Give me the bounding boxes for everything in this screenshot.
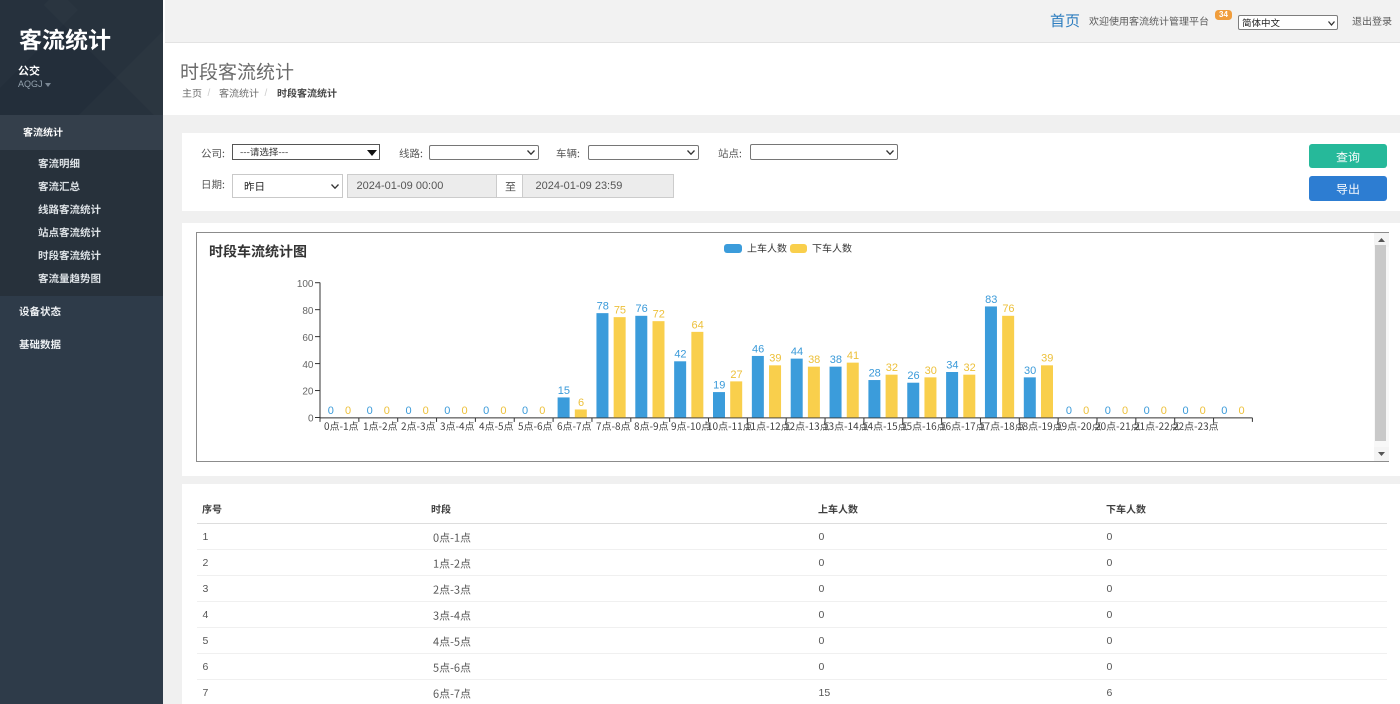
svg-text:30: 30 <box>925 365 937 377</box>
svg-text:30: 30 <box>1024 365 1036 377</box>
svg-text:26: 26 <box>907 370 919 382</box>
svg-text:100: 100 <box>297 279 314 290</box>
svg-text:0: 0 <box>1144 405 1150 417</box>
svg-text:32: 32 <box>963 362 975 374</box>
svg-text:78: 78 <box>597 301 609 313</box>
svg-text:32: 32 <box>886 362 898 374</box>
svg-text:0: 0 <box>500 405 506 417</box>
svg-text:0: 0 <box>1083 405 1089 417</box>
svg-text:15: 15 <box>558 385 570 397</box>
svg-text:75: 75 <box>614 305 626 317</box>
svg-text:0: 0 <box>461 405 467 417</box>
svg-text:38: 38 <box>808 354 820 366</box>
svg-text:0: 0 <box>1221 405 1227 417</box>
svg-text:46: 46 <box>752 343 764 355</box>
svg-text:72: 72 <box>653 309 665 321</box>
svg-text:0: 0 <box>1200 405 1206 417</box>
svg-text:0: 0 <box>1182 405 1188 417</box>
svg-text:0: 0 <box>308 414 314 425</box>
svg-text:0: 0 <box>1238 405 1244 417</box>
svg-text:0: 0 <box>1161 405 1167 417</box>
svg-text:34: 34 <box>946 359 958 371</box>
svg-text:42: 42 <box>674 349 686 361</box>
svg-text:0: 0 <box>405 405 411 417</box>
svg-text:83: 83 <box>985 294 997 306</box>
svg-text:27: 27 <box>730 369 742 381</box>
svg-text:0: 0 <box>444 405 450 417</box>
svg-text:0: 0 <box>1066 405 1072 417</box>
svg-text:0: 0 <box>1122 405 1128 417</box>
svg-text:20: 20 <box>302 387 314 398</box>
svg-text:0: 0 <box>539 405 545 417</box>
svg-text:28: 28 <box>869 367 881 379</box>
svg-text:76: 76 <box>635 303 647 315</box>
svg-text:0: 0 <box>1105 405 1111 417</box>
svg-text:0: 0 <box>367 405 373 417</box>
svg-text:0: 0 <box>483 405 489 417</box>
svg-text:6: 6 <box>578 397 584 409</box>
svg-text:19: 19 <box>713 379 725 391</box>
svg-text:64: 64 <box>692 319 704 331</box>
svg-text:76: 76 <box>1002 303 1014 315</box>
svg-text:60: 60 <box>302 333 314 344</box>
svg-text:40: 40 <box>302 360 314 371</box>
svg-text:0: 0 <box>345 405 351 417</box>
svg-text:0: 0 <box>522 405 528 417</box>
svg-text:41: 41 <box>847 350 859 362</box>
svg-text:39: 39 <box>1041 353 1053 365</box>
svg-text:39: 39 <box>769 353 781 365</box>
svg-text:38: 38 <box>830 354 842 366</box>
svg-text:0: 0 <box>423 405 429 417</box>
svg-text:80: 80 <box>302 306 314 317</box>
svg-text:44: 44 <box>791 346 803 358</box>
svg-text:0: 0 <box>384 405 390 417</box>
svg-text:0: 0 <box>328 405 334 417</box>
